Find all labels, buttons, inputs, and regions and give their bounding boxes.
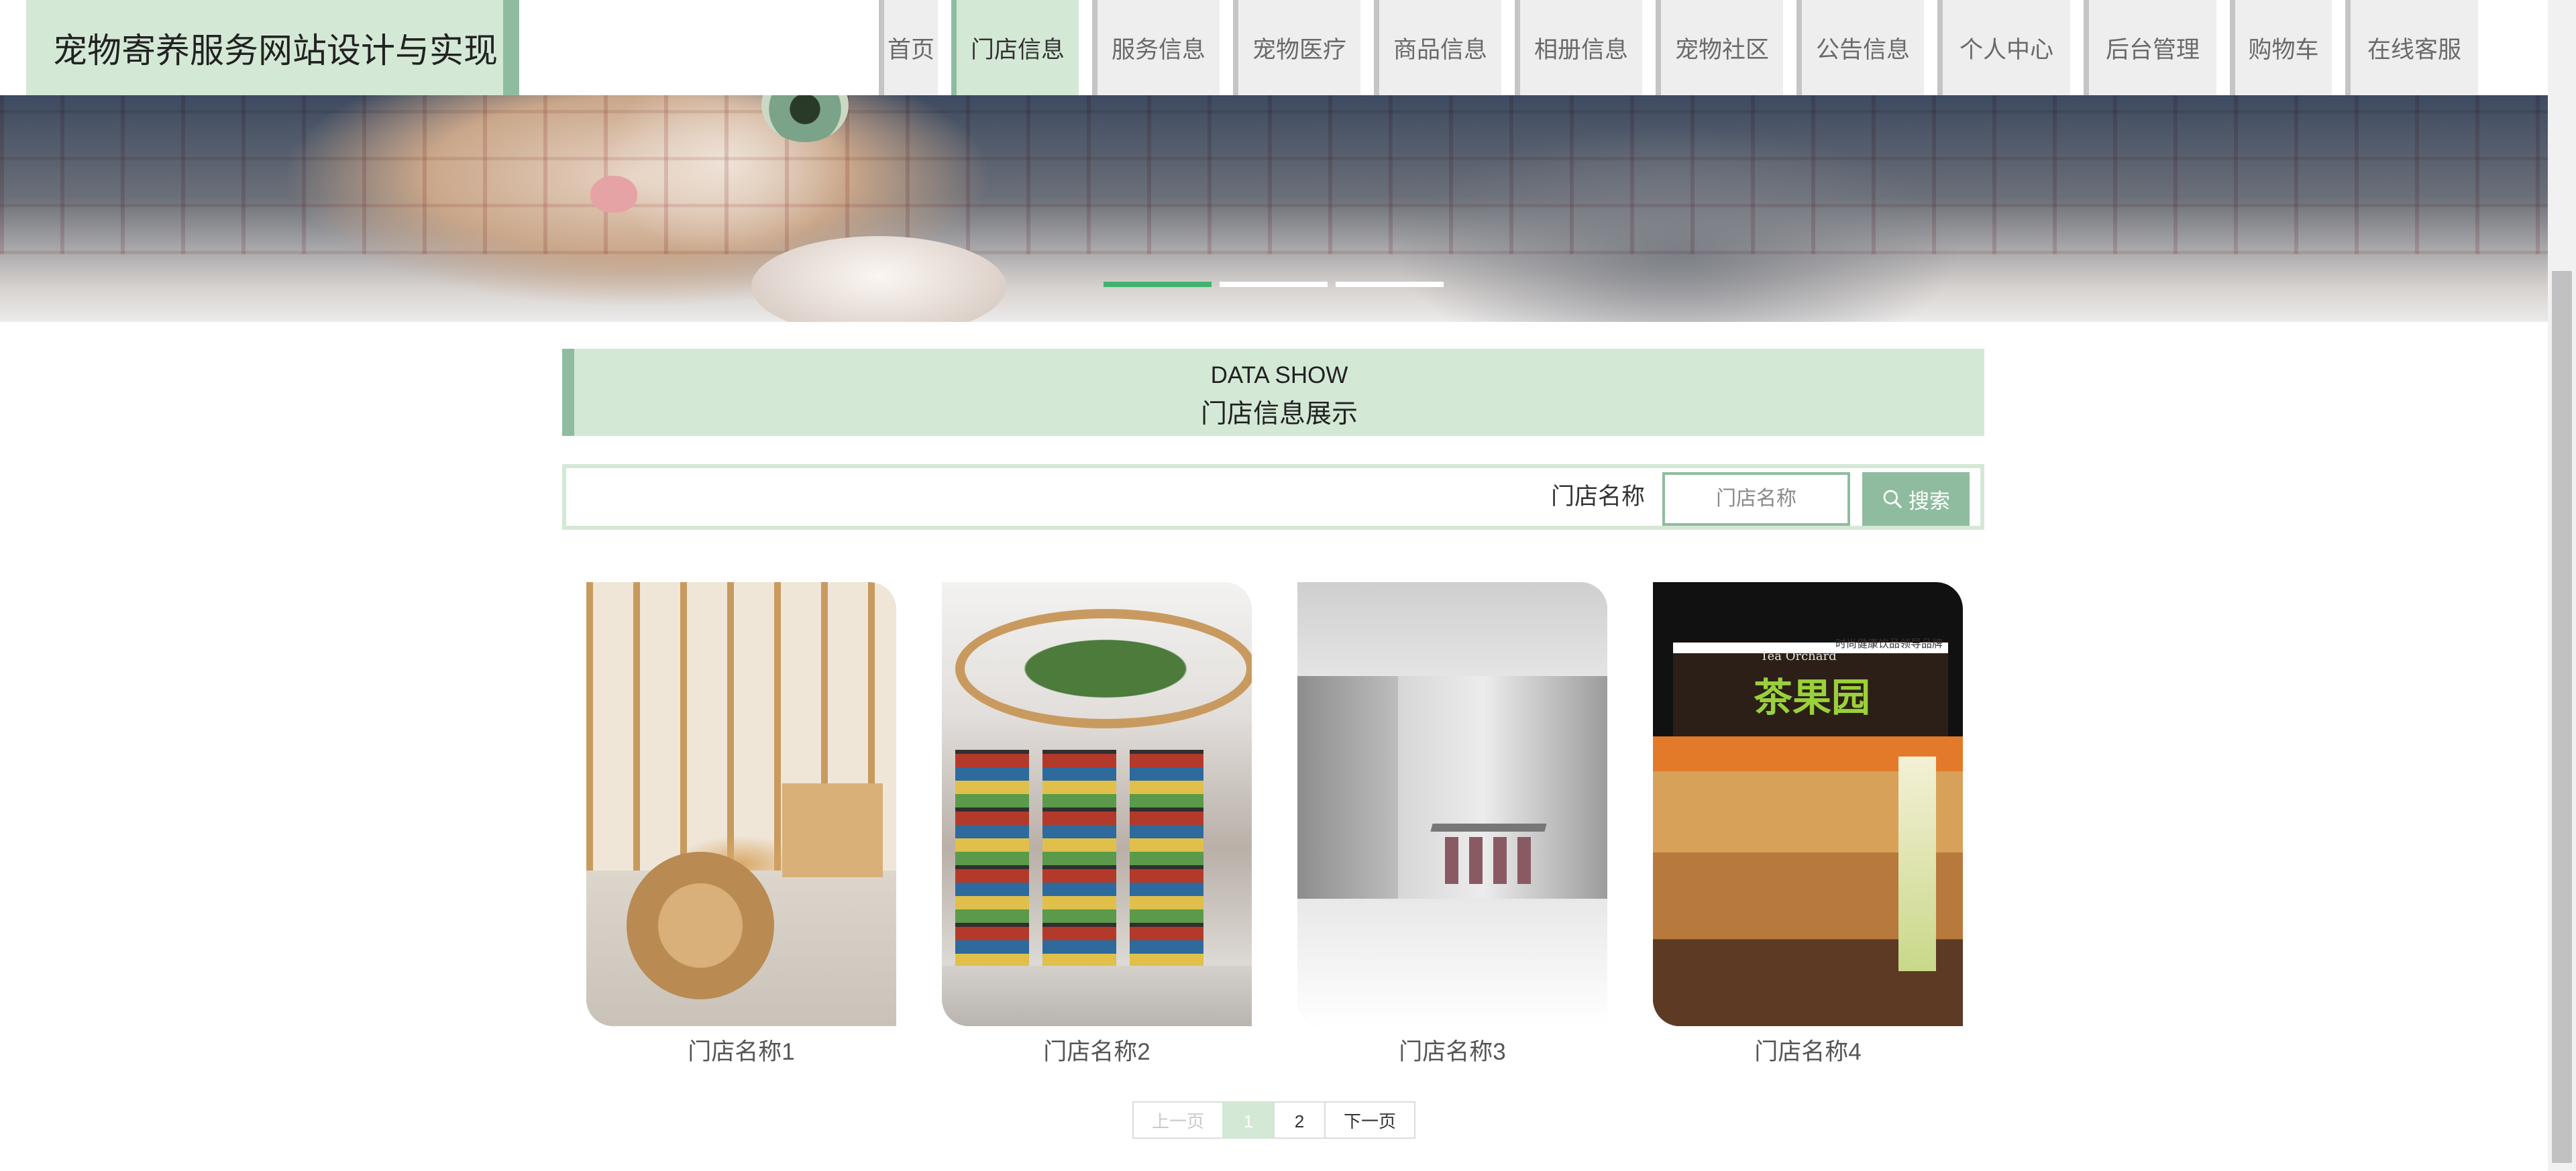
nav-item-admin[interactable]: 后台管理 xyxy=(2084,0,2216,95)
next-page-button[interactable]: 下一页 xyxy=(1324,1101,1415,1139)
banner-image-blanket xyxy=(0,95,2548,254)
nav-item-products[interactable]: 商品信息 xyxy=(1374,0,1501,95)
site-title: 宠物寄养服务网站设计与实现 xyxy=(53,32,498,70)
store-image-2[interactable] xyxy=(942,582,1252,1026)
store-image-4[interactable]: 时尚健康饮品领导品牌 Tea Orchard 茶果园 xyxy=(1653,582,1963,1026)
store-sign-english: Tea Orchard xyxy=(1760,649,1837,663)
nav-item-pet-community[interactable]: 宠物社区 xyxy=(1656,0,1783,95)
store-card-3[interactable]: 门店名称3 xyxy=(1297,582,1607,1067)
carousel-dot-2[interactable] xyxy=(1220,282,1328,287)
store-card-2[interactable]: 门店名称2 xyxy=(942,582,1252,1067)
nav-item-services[interactable]: 服务信息 xyxy=(1092,0,1220,95)
search-label: 门店名称 xyxy=(1550,484,1645,510)
store-name-3[interactable]: 门店名称3 xyxy=(1297,1033,1607,1067)
nav-item-stores[interactable]: 门店信息 xyxy=(951,0,1079,95)
store-name-1[interactable]: 门店名称1 xyxy=(586,1033,896,1067)
store-name-input[interactable] xyxy=(1662,472,1850,526)
scrollbar-thumb[interactable] xyxy=(2552,271,2572,1163)
main-nav: 首页 门店信息 服务信息 宠物医疗 商品信息 相册信息 宠物社区 公告信息 个人… xyxy=(879,0,2478,95)
nav-item-announcements[interactable]: 公告信息 xyxy=(1796,0,1924,95)
section-title: DATA SHOW 门店信息展示 xyxy=(562,349,1984,436)
store-name-4[interactable]: 门店名称4 xyxy=(1653,1033,1963,1067)
store-card-4[interactable]: 时尚健康饮品领导品牌 Tea Orchard 茶果园 门店名称4 xyxy=(1653,582,1963,1067)
carousel-indicators xyxy=(1104,282,1444,287)
banner-image-cat-nose xyxy=(590,176,637,213)
store-sign-tagline: 时尚健康饮品领导品牌 xyxy=(1835,638,1943,650)
top-header: 宠物寄养服务网站设计与实现 首页 门店信息 服务信息 宠物医疗 商品信息 相册信… xyxy=(0,0,2548,95)
prev-page-button[interactable]: 上一页 xyxy=(1132,1101,1224,1139)
pagination: 上一页 1 2 下一页 xyxy=(1132,1101,1415,1139)
search-button-label: 搜索 xyxy=(1909,489,1950,513)
nav-item-pet-medical[interactable]: 宠物医疗 xyxy=(1233,0,1360,95)
page-button-2[interactable]: 2 xyxy=(1273,1101,1326,1139)
carousel-dot-1[interactable] xyxy=(1104,282,1212,287)
store-card-1[interactable]: 门店名称1 xyxy=(586,582,896,1067)
search-button[interactable]: 搜索 xyxy=(1862,472,1970,526)
page-scrollbar[interactable] xyxy=(2548,0,2576,1171)
store-image-3[interactable] xyxy=(1297,582,1607,1026)
store-name-2[interactable]: 门店名称2 xyxy=(942,1033,1252,1067)
nav-item-home[interactable]: 首页 xyxy=(879,0,938,95)
nav-item-online-service[interactable]: 在线客服 xyxy=(2345,0,2478,95)
search-icon xyxy=(1883,490,1902,508)
page-button-1[interactable]: 1 xyxy=(1222,1101,1275,1139)
search-bar: 门店名称 搜索 xyxy=(562,464,1984,530)
section-title-cn: 门店信息展示 xyxy=(1200,400,1358,429)
nav-item-cart[interactable]: 购物车 xyxy=(2230,0,2332,95)
nav-item-personal-center[interactable]: 个人中心 xyxy=(1937,0,2070,95)
section-title-en: DATA SHOW xyxy=(1210,362,1348,388)
store-image-1[interactable] xyxy=(586,582,896,1026)
site-title-box[interactable]: 宠物寄养服务网站设计与实现 xyxy=(26,0,519,95)
banner-carousel[interactable] xyxy=(0,95,2548,322)
nav-item-albums[interactable]: 相册信息 xyxy=(1515,0,1642,95)
store-sign-text: 茶果园 xyxy=(1754,675,1871,720)
carousel-dot-3[interactable] xyxy=(1336,282,1444,287)
